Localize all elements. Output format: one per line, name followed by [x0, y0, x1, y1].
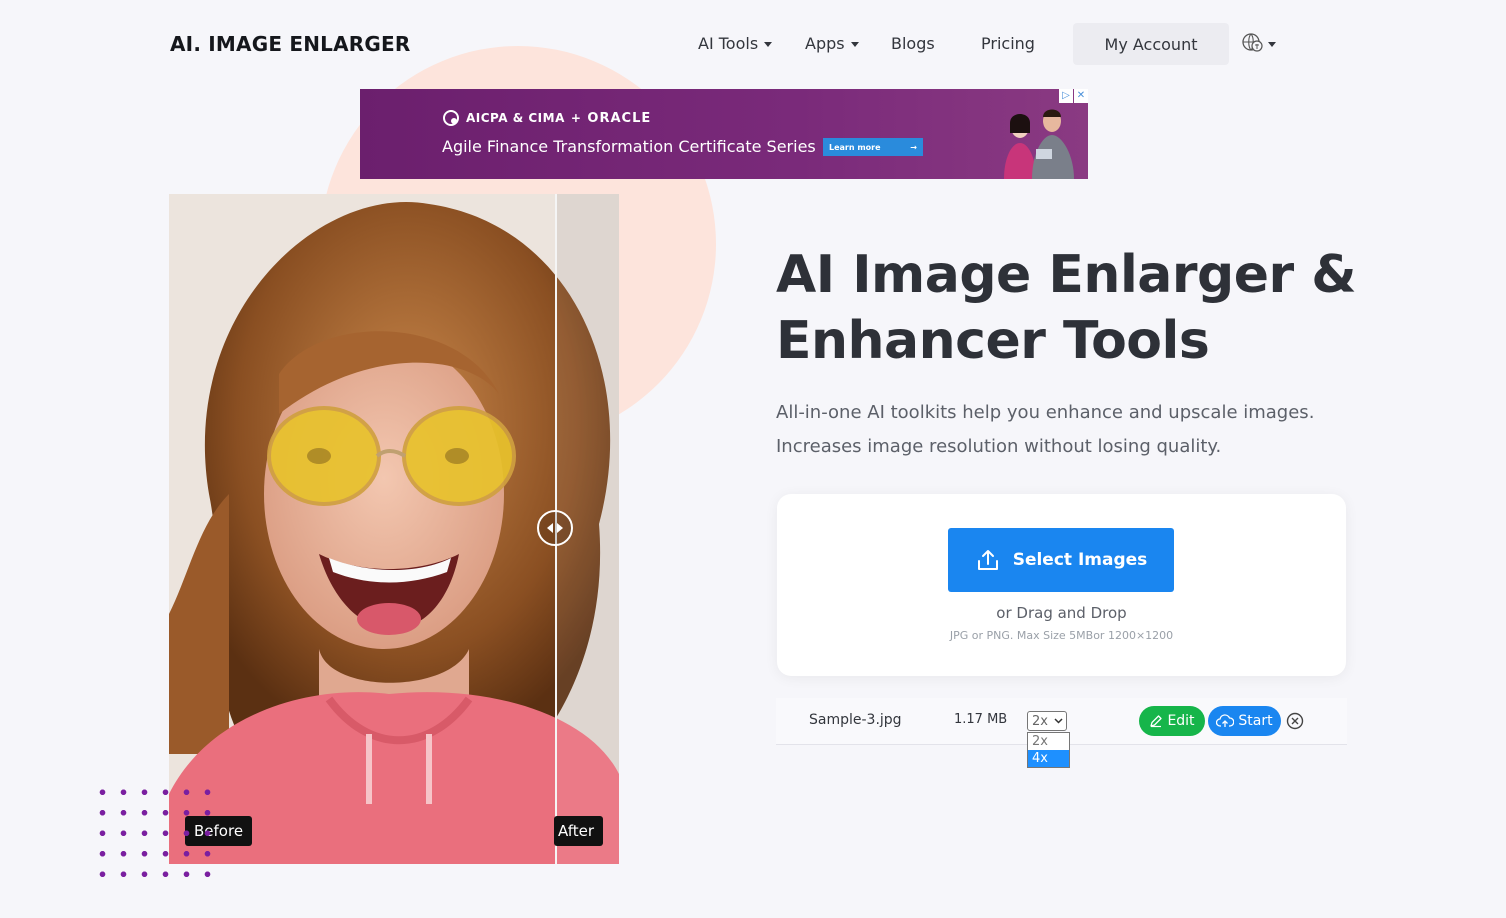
my-account-button[interactable]: My Account	[1073, 23, 1229, 65]
ad-brand: AICPA & CIMA + ORACLE	[442, 109, 651, 127]
file-row: Sample-3.jpg 1.17 MB 2x 2x 4x Edit Start	[776, 698, 1347, 768]
ad-banner[interactable]: AICPA & CIMA + ORACLE Agile Finance Tran…	[360, 89, 1088, 179]
page-subtitle: All-in-one AI toolkits help you enhance …	[776, 396, 1376, 464]
scale-select-value: 2x	[1032, 713, 1048, 729]
nav-apps[interactable]: Apps	[805, 34, 859, 53]
scale-option-4x[interactable]: 4x	[1028, 750, 1069, 767]
upload-dropzone[interactable]: Select Images or Drag and Drop JPG or PN…	[777, 494, 1346, 676]
page-subtitle-line-1: All-in-one AI toolkits help you enhance …	[776, 402, 1315, 423]
before-after-compare[interactable]: Before After	[169, 194, 619, 864]
language-icon	[1242, 33, 1263, 52]
nav-pricing-label: Pricing	[981, 34, 1035, 53]
chevron-down-icon	[764, 42, 773, 47]
ad-brand-left: AICPA & CIMA	[466, 111, 565, 125]
page-subtitle-line-2: Increases image resolution without losin…	[776, 436, 1222, 457]
site-logo[interactable]: AI. IMAGE ENLARGER	[170, 32, 410, 56]
compare-slider-handle[interactable]	[537, 510, 573, 546]
pencil-icon	[1150, 715, 1163, 728]
file-limits-text: JPG or PNG. Max Size 5MBor 1200×1200	[949, 629, 1174, 642]
select-images-label: Select Images	[1012, 550, 1148, 570]
edit-label: Edit	[1167, 713, 1195, 729]
upload-icon	[977, 550, 998, 570]
file-size: 1.17 MB	[954, 712, 1008, 727]
nav-blogs-label: Blogs	[891, 34, 935, 53]
arrow-right-icon	[557, 523, 563, 533]
scale-select[interactable]: 2x	[1027, 711, 1067, 731]
chevron-down-icon	[850, 42, 859, 47]
remove-file-icon[interactable]	[1286, 712, 1304, 730]
ad-learn-more-button[interactable]: Learn more →	[823, 138, 923, 156]
nav-pricing[interactable]: Pricing	[981, 34, 1035, 53]
ad-brand-sep: +	[570, 111, 582, 125]
ad-brand-right: ORACLE	[587, 110, 652, 126]
ad-learn-more-label: Learn more	[829, 142, 881, 152]
file-name: Sample-3.jpg	[809, 712, 902, 728]
select-images-button[interactable]: Select Images	[948, 528, 1174, 592]
ad-title: Agile Finance Transformation Certificate…	[442, 137, 816, 156]
ad-people-image	[1004, 109, 1074, 179]
language-selector[interactable]	[1242, 32, 1276, 54]
page-title-line-2: Enhancer Tools	[776, 311, 1210, 371]
chevron-down-icon	[1268, 41, 1276, 47]
edit-button[interactable]: Edit	[1139, 706, 1205, 736]
cloud-upload-icon	[1216, 714, 1235, 727]
arrow-left-icon	[547, 523, 553, 533]
chevron-down-icon	[1054, 718, 1063, 724]
ad-close[interactable]: ▷ ✕	[1059, 89, 1088, 103]
arrow-right-icon: →	[910, 142, 917, 152]
page-title-line-1: AI Image Enlarger &	[776, 245, 1357, 305]
nav-ai-tools[interactable]: AI Tools	[698, 34, 773, 53]
close-icon[interactable]: ✕	[1074, 89, 1088, 103]
decorative-dots	[92, 782, 212, 892]
start-button[interactable]: Start	[1208, 706, 1281, 736]
ad-choices-icon[interactable]: ▷	[1059, 89, 1073, 103]
nav-blogs[interactable]: Blogs	[891, 34, 935, 53]
scale-options-list: 2x 4x	[1027, 732, 1070, 768]
aicpa-logo-icon	[443, 110, 459, 126]
nav-apps-label: Apps	[805, 34, 845, 53]
nav-ai-tools-label: AI Tools	[698, 34, 759, 53]
scale-option-2x[interactable]: 2x	[1028, 733, 1069, 750]
after-label: After	[554, 816, 604, 846]
drag-drop-hint: or Drag and Drop	[996, 604, 1127, 622]
start-label: Start	[1238, 713, 1273, 729]
page-title: AI Image Enlarger & Enhancer Tools	[776, 242, 1416, 374]
